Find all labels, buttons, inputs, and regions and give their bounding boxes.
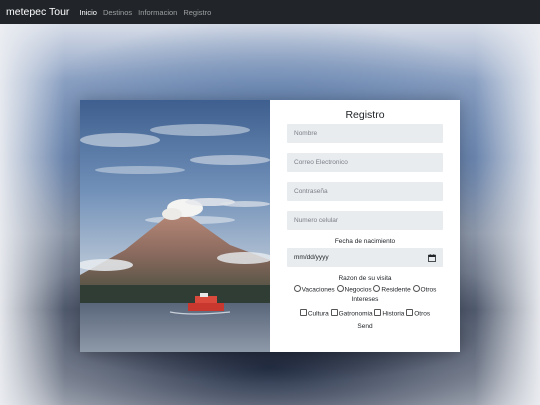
visit-reason-options: Vacaciones Negocios Residente Otros Inte… — [287, 285, 443, 304]
option-cultura: Cultura — [307, 310, 329, 317]
volcano-lake-photo — [80, 100, 270, 352]
nav-link-inicio[interactable]: Inicio — [79, 8, 97, 17]
option-historia: Historia — [382, 310, 405, 317]
option-residente: Residente — [381, 286, 411, 294]
visit-reason-label: Razon de su visita — [338, 275, 392, 282]
calendar-icon[interactable] — [428, 253, 436, 262]
checkbox-cultura[interactable] — [299, 308, 307, 316]
password-input[interactable]: Contraseña — [287, 182, 443, 201]
volcano-photo-illustration — [80, 100, 270, 352]
name-input[interactable]: Nombre — [287, 124, 443, 143]
send-button[interactable]: Send — [287, 323, 443, 330]
date-value: mm/dd/yyyy — [294, 254, 329, 261]
nav-link-destinos[interactable]: Destinos — [103, 8, 132, 17]
top-navbar: metepec Tour Inicio Destinos Informacion… — [0, 0, 540, 24]
birth-date-input[interactable]: mm/dd/yyyy — [287, 248, 443, 267]
radio-otros[interactable] — [412, 285, 420, 292]
radio-vacaciones[interactable] — [293, 285, 301, 292]
checkbox-otros[interactable] — [406, 308, 414, 316]
option-vacaciones: Vacaciones — [301, 286, 335, 294]
email-input[interactable]: Correo Electronico — [287, 153, 443, 172]
radio-residente[interactable] — [373, 285, 381, 292]
interests-options: Cultura Gatronomia Historia Otros — [287, 308, 443, 319]
option-gatronomia: Gatronomia — [338, 310, 373, 317]
form-title: Registro — [345, 109, 385, 121]
brand-logo-text[interactable]: metepec Tour — [6, 6, 69, 18]
nav-link-informacion[interactable]: Informacion — [138, 8, 177, 17]
option-negocios: Negocios — [344, 286, 372, 294]
option-otros-interest: Otros — [414, 310, 431, 317]
registration-form: Registro Nombre Correo Electronico Contr… — [270, 100, 460, 352]
birth-date-label: Fecha de nacimiento — [334, 238, 396, 245]
option-otros: Otros — [420, 286, 437, 294]
registration-card: Registro Nombre Correo Electronico Contr… — [80, 100, 460, 352]
phone-input[interactable]: Numero celular — [287, 211, 443, 230]
interests-label: Intereses — [351, 295, 379, 303]
checkbox-gatronomia[interactable] — [330, 308, 338, 316]
nav-link-registro[interactable]: Registro — [183, 8, 211, 17]
checkbox-historia[interactable] — [374, 308, 382, 316]
radio-negocios[interactable] — [336, 285, 344, 292]
